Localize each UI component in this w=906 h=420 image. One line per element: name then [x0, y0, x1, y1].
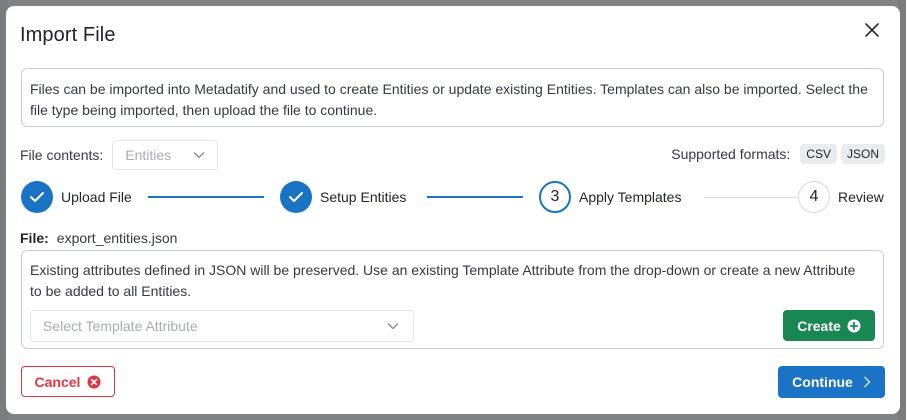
- chevron-right-icon: [863, 376, 871, 388]
- supported-formats: Supported formats: CSV JSON: [671, 144, 885, 164]
- step-number-circle: 3: [539, 181, 571, 213]
- add-circle-icon: [847, 319, 861, 332]
- cancel-button[interactable]: Cancel: [21, 366, 115, 397]
- step-upload-file: Upload File: [21, 179, 132, 215]
- info-text: Files can be imported into Metadatify an…: [30, 81, 868, 118]
- continue-label: Continue: [792, 374, 853, 390]
- cancel-label: Cancel: [34, 373, 81, 390]
- file-name: export_entities.json: [56, 230, 178, 246]
- step-label: Review: [838, 189, 884, 205]
- format-badge-csv: CSV: [800, 144, 837, 164]
- template-attribute-placeholder: Select Template Attribute: [43, 318, 198, 334]
- file-contents-select[interactable]: Entities: [112, 140, 219, 170]
- close-icon: [865, 23, 879, 37]
- create-label: Create: [797, 317, 841, 334]
- dialog-title: Import File: [20, 24, 116, 46]
- file-row: File: export_entities.json: [20, 230, 177, 246]
- file-contents-value: Entities: [125, 147, 172, 163]
- check-icon: [289, 192, 303, 202]
- step-label: Setup Entities: [320, 189, 407, 205]
- import-stepper: Upload File Setup Entities 3 Apply Templ…: [20, 179, 886, 215]
- cancel-circle-icon: [87, 375, 101, 388]
- step-complete-circle: [280, 181, 312, 213]
- step-connector-1: [148, 196, 264, 198]
- close-button[interactable]: [862, 20, 882, 40]
- step-connector-3: [704, 196, 798, 198]
- step-label: Upload File: [61, 189, 132, 205]
- file-label: File:: [20, 230, 49, 246]
- chevron-down-icon: [193, 151, 205, 159]
- file-contents-row: File contents: Entities: [20, 139, 219, 171]
- info-box: Files can be imported into Metadatify an…: [21, 68, 884, 127]
- step-complete-circle: [21, 181, 53, 213]
- step-review: 4 Review: [798, 179, 884, 215]
- continue-button[interactable]: Continue: [778, 366, 885, 398]
- step-connector-2: [427, 196, 523, 198]
- file-contents-label: File contents:: [20, 147, 104, 163]
- check-icon: [30, 192, 44, 202]
- template-attributes-panel: Existing attributes defined in JSON will…: [21, 250, 884, 349]
- format-badge-json: JSON: [840, 144, 885, 164]
- step-setup-entities: Setup Entities: [280, 179, 406, 215]
- supported-formats-label: Supported formats:: [671, 146, 791, 162]
- template-attribute-select[interactable]: Select Template Attribute: [30, 310, 414, 342]
- chevron-down-icon: [387, 322, 399, 330]
- step-number-circle: 4: [798, 181, 830, 213]
- step-apply-templates: 3 Apply Templates: [539, 179, 681, 215]
- attributes-description: Existing attributes defined in JSON will…: [30, 262, 856, 299]
- step-label: Apply Templates: [579, 189, 682, 205]
- import-file-dialog: Import File Files can be imported into M…: [6, 6, 900, 414]
- create-attribute-button[interactable]: Create: [783, 310, 875, 341]
